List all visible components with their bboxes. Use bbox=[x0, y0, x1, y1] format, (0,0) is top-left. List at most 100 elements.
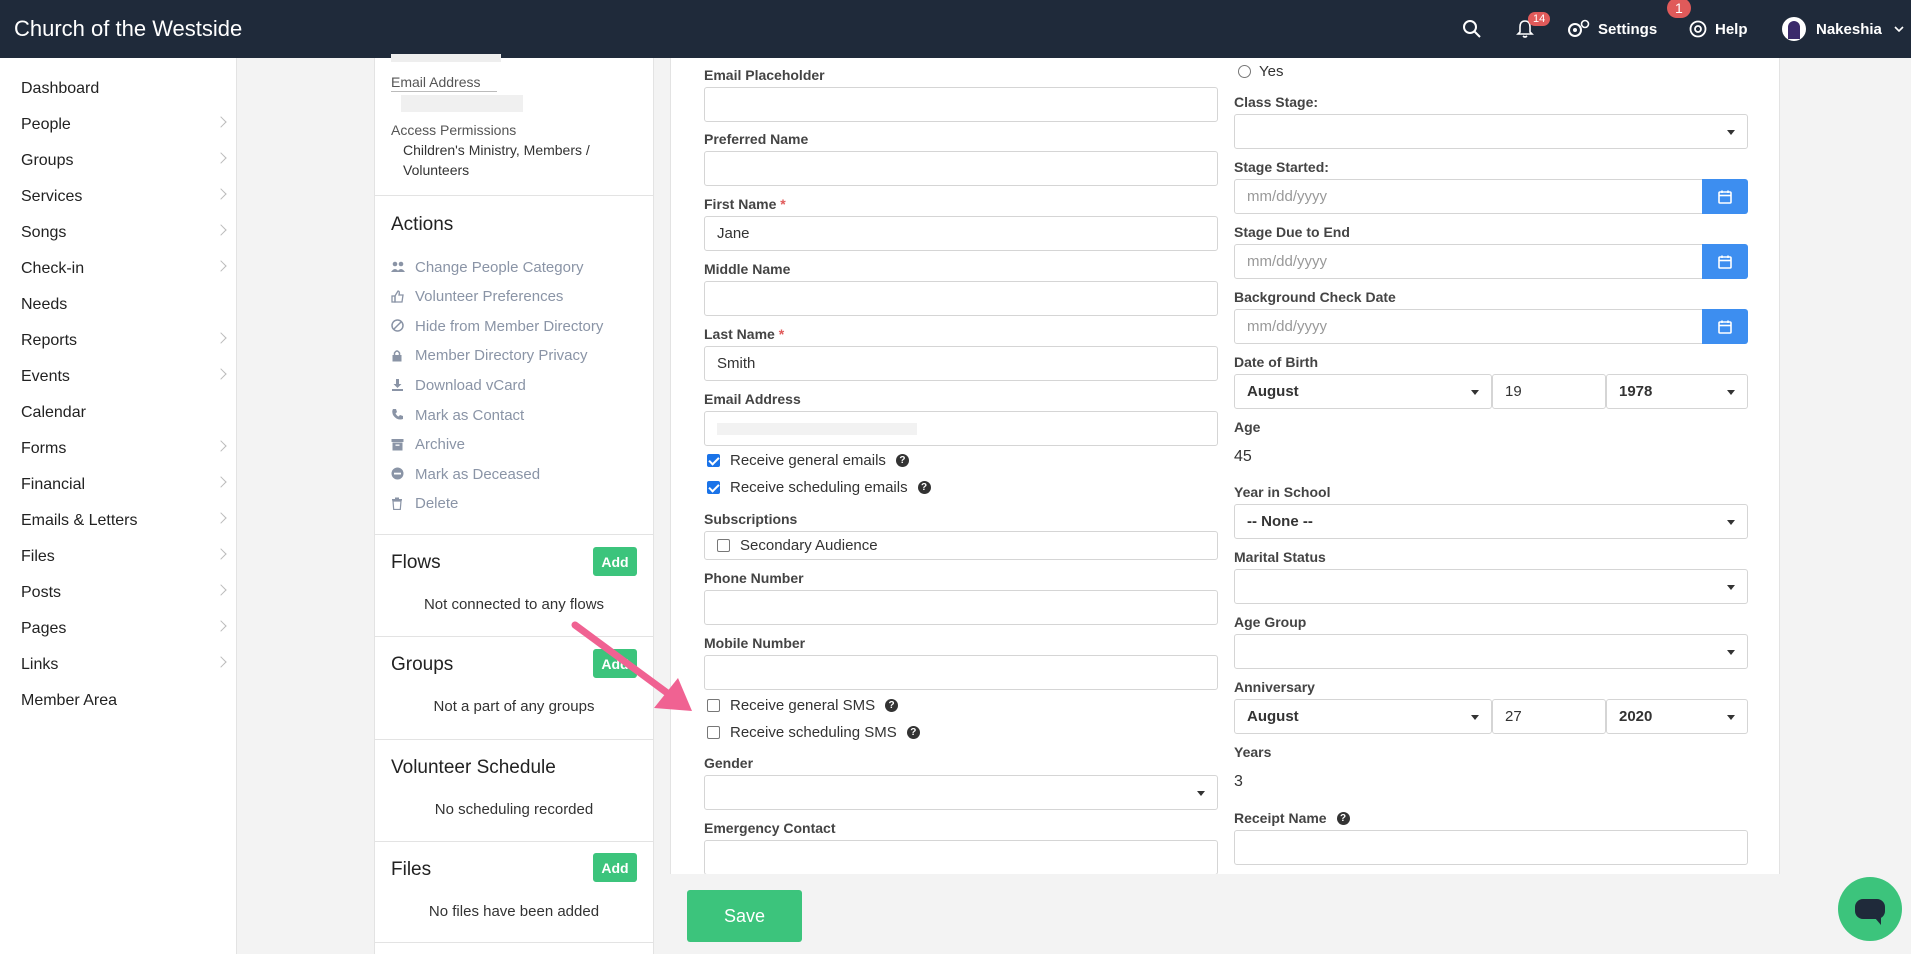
stage-started-label: Stage Started: bbox=[1234, 159, 1329, 175]
chat-launcher-button[interactable] bbox=[1838, 877, 1902, 941]
sidebar-item-dashboard[interactable]: Dashboard bbox=[0, 71, 237, 107]
add-flow-button[interactable]: Add bbox=[593, 547, 637, 576]
sidebar-item-forms[interactable]: Forms bbox=[0, 431, 237, 467]
dob-month-select[interactable]: August bbox=[1234, 374, 1492, 409]
action-delete[interactable]: Delete bbox=[391, 493, 458, 515]
middle-name-input[interactable] bbox=[704, 281, 1218, 316]
notifications-button[interactable]: 14 bbox=[1516, 0, 1551, 58]
stage-due-placeholder: mm/dd/yyyy bbox=[1247, 253, 1328, 270]
anniversary-day-input[interactable]: 27 bbox=[1492, 699, 1606, 734]
background-check-calendar-button[interactable] bbox=[1702, 309, 1748, 344]
phone-icon bbox=[391, 408, 405, 422]
yes-radio-row[interactable]: Yes bbox=[1238, 60, 1283, 82]
sidebar-item-calendar[interactable]: Calendar bbox=[0, 395, 237, 431]
phone-number-input[interactable] bbox=[704, 590, 1218, 625]
receive-general-sms-checkbox[interactable] bbox=[707, 698, 720, 712]
receive-scheduling-emails-row[interactable]: Receive scheduling emails ? bbox=[707, 476, 931, 498]
secondary-audience-checkbox[interactable] bbox=[717, 539, 730, 552]
sidebar-item-posts[interactable]: Posts bbox=[0, 575, 237, 611]
question-icon[interactable]: ? bbox=[895, 453, 909, 467]
sidebar-item-groups[interactable]: Groups bbox=[0, 143, 237, 179]
action-mark-as-contact[interactable]: Mark as Contact bbox=[391, 404, 524, 426]
sidebar-item-financial[interactable]: Financial bbox=[0, 467, 237, 503]
stage-due-input[interactable]: mm/dd/yyyy bbox=[1234, 244, 1704, 279]
receipt-name-input[interactable] bbox=[1234, 830, 1748, 865]
stage-started-calendar-button[interactable] bbox=[1702, 179, 1748, 214]
actions-title: Actions bbox=[391, 214, 454, 235]
receive-scheduling-sms-row[interactable]: Receive scheduling SMS ? bbox=[707, 721, 920, 743]
question-icon[interactable]: ? bbox=[906, 725, 920, 739]
receive-scheduling-sms-checkbox[interactable] bbox=[707, 725, 720, 739]
user-name: Nakeshia bbox=[1816, 20, 1882, 38]
sidebar-item-links[interactable]: Links bbox=[0, 647, 237, 683]
sidebar-item-needs[interactable]: Needs bbox=[0, 287, 237, 323]
action-member-directory-privacy[interactable]: Member Directory Privacy bbox=[391, 345, 588, 367]
chevron-right-icon bbox=[215, 152, 227, 164]
preferred-name-input[interactable] bbox=[704, 151, 1218, 186]
anniversary-month-select[interactable]: August bbox=[1234, 699, 1492, 734]
action-download-vcard[interactable]: Download vCard bbox=[391, 374, 526, 396]
year-in-school-select[interactable]: -- None -- bbox=[1234, 504, 1748, 539]
mobile-number-input[interactable] bbox=[704, 655, 1218, 690]
sidebar-item-events[interactable]: Events bbox=[0, 359, 237, 395]
marital-status-select[interactable] bbox=[1234, 569, 1748, 604]
gender-select[interactable] bbox=[704, 775, 1218, 810]
dob-year-select[interactable]: 1978 bbox=[1606, 374, 1748, 409]
question-icon[interactable]: ? bbox=[885, 698, 899, 712]
sidebar-item-check-in[interactable]: Check-in bbox=[0, 251, 237, 287]
download-icon bbox=[391, 378, 405, 392]
yes-radio[interactable] bbox=[1238, 64, 1251, 78]
action-change-people-category[interactable]: Change People Category bbox=[391, 256, 583, 278]
caret-down-icon bbox=[1727, 650, 1735, 655]
action-archive[interactable]: Archive bbox=[391, 434, 465, 456]
sidebar-item-songs[interactable]: Songs bbox=[0, 215, 237, 251]
email-underline bbox=[391, 91, 497, 92]
first-name-input[interactable]: Jane bbox=[704, 216, 1218, 251]
person-edit-form: Email Placeholder Preferred Name First N… bbox=[670, 58, 1780, 875]
receive-general-emails-checkbox[interactable] bbox=[707, 453, 720, 467]
settings-menu[interactable]: Settings bbox=[1566, 0, 1657, 58]
action-hide-from-member-directory[interactable]: Hide from Member Directory bbox=[391, 315, 603, 337]
search-button[interactable] bbox=[1462, 0, 1482, 58]
sidebar: Dashboard People Groups Services Songs Check-… bbox=[0, 58, 237, 954]
receive-general-sms-label: Receive general SMS bbox=[730, 696, 876, 714]
receive-general-sms-row[interactable]: Receive general SMS ? bbox=[707, 694, 899, 716]
stage-due-calendar-button[interactable] bbox=[1702, 244, 1748, 279]
question-icon[interactable]: ? bbox=[1336, 811, 1350, 825]
last-name-input[interactable]: Smith bbox=[704, 346, 1218, 381]
action-volunteer-preferences[interactable]: Volunteer Preferences bbox=[391, 286, 563, 308]
ban-icon bbox=[391, 319, 405, 333]
add-group-button[interactable]: Add bbox=[593, 649, 637, 678]
receive-scheduling-emails-checkbox[interactable] bbox=[707, 480, 720, 494]
sidebar-item-services[interactable]: Services bbox=[0, 179, 237, 215]
app-title[interactable]: Church of the Westside bbox=[14, 16, 242, 42]
sidebar-item-emails-letters[interactable]: Emails & Letters bbox=[0, 503, 237, 539]
email-placeholder-input[interactable] bbox=[704, 87, 1218, 122]
stage-started-input[interactable]: mm/dd/yyyy bbox=[1234, 179, 1704, 214]
user-menu[interactable]: Nakeshia bbox=[1782, 0, 1904, 58]
sidebar-item-people[interactable]: People bbox=[0, 107, 237, 143]
caret-down-icon bbox=[1727, 715, 1735, 720]
class-stage-select[interactable] bbox=[1234, 114, 1748, 149]
help-menu[interactable]: Help 1 bbox=[1667, 0, 1748, 58]
background-check-input[interactable]: mm/dd/yyyy bbox=[1234, 309, 1704, 344]
person-summary-panel: Email Address Access Permissions Childre… bbox=[374, 54, 654, 954]
anniversary-year-select[interactable]: 2020 bbox=[1606, 699, 1748, 734]
sidebar-item-reports[interactable]: Reports bbox=[0, 323, 237, 359]
sidebar-item-files[interactable]: Files bbox=[0, 539, 237, 575]
save-button[interactable]: Save bbox=[687, 890, 802, 942]
sidebar-item-member-area[interactable]: Member Area bbox=[0, 683, 237, 719]
sidebar-item-pages[interactable]: Pages bbox=[0, 611, 237, 647]
email-address-input[interactable] bbox=[704, 411, 1218, 446]
age-label: Age bbox=[1234, 419, 1261, 435]
action-label: Change People Category bbox=[415, 258, 584, 276]
question-icon[interactable]: ? bbox=[917, 480, 931, 494]
receive-general-emails-row[interactable]: Receive general emails ? bbox=[707, 449, 909, 471]
action-mark-as-deceased[interactable]: Mark as Deceased bbox=[391, 463, 540, 485]
emergency-contact-input[interactable] bbox=[704, 840, 1218, 875]
add-file-button[interactable]: Add bbox=[593, 853, 637, 882]
calendar-icon bbox=[1718, 255, 1732, 269]
dob-day-input[interactable]: 19 bbox=[1492, 374, 1606, 409]
stage-started-placeholder: mm/dd/yyyy bbox=[1247, 188, 1328, 205]
age-group-select[interactable] bbox=[1234, 634, 1748, 669]
